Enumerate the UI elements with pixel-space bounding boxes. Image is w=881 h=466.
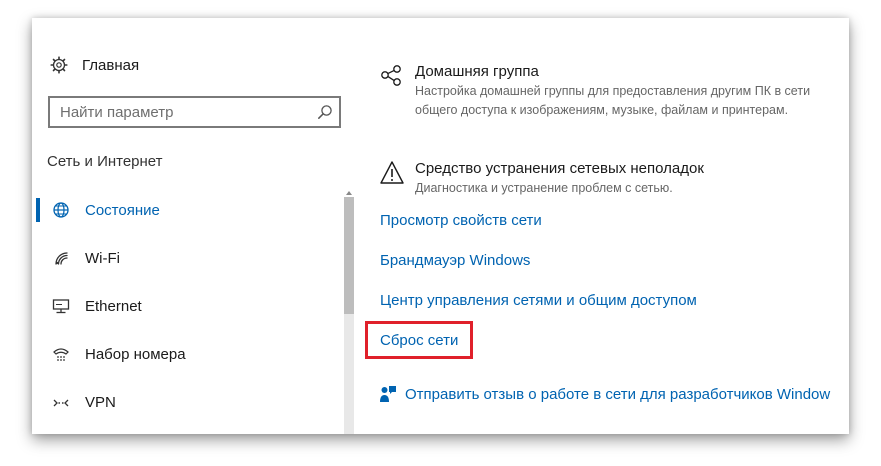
sidebar-item-status[interactable]: Состояние [32, 186, 342, 234]
sidebar-item-label: Ethernet [85, 297, 142, 315]
ethernet-icon [52, 297, 70, 315]
highlight-annotation-box [365, 321, 473, 359]
homegroup-icon [379, 63, 405, 89]
search-box[interactable] [48, 96, 341, 128]
wifi-icon [52, 249, 70, 267]
homegroup-section[interactable]: Домашняя группа Настройка домашней групп… [379, 63, 815, 120]
sidebar-item-vpn[interactable]: VPN [32, 378, 342, 426]
feedback-label: Отправить отзыв о работе в сети для разр… [405, 385, 831, 403]
search-input[interactable] [50, 98, 310, 126]
home-nav-item[interactable]: Главная [50, 56, 139, 74]
scroll-up-arrow-icon[interactable] [344, 185, 354, 195]
sidebar-item-ethernet[interactable]: Ethernet [32, 282, 342, 330]
scrollbar-thumb[interactable] [344, 197, 354, 314]
sidebar-item-label: Состояние [85, 201, 160, 219]
windows-firewall-link[interactable]: Брандмауэр Windows [380, 252, 530, 269]
troubleshooter-description: Диагностика и устранение проблем с сетью… [415, 181, 673, 195]
sidebar-item-label: Wi-Fi [85, 249, 120, 267]
section-heading: Сеть и Интернет [47, 153, 163, 170]
homegroup-description: Настройка домашней группы для предоставл… [415, 84, 811, 117]
dialup-icon [52, 345, 70, 363]
globe-icon [52, 201, 70, 219]
troubleshooter-title: Средство устранения сетевых неполадок [415, 160, 704, 177]
feedback-icon [379, 385, 397, 403]
search-icon[interactable] [317, 104, 333, 120]
sidebar-item-label: Набор номера [85, 345, 186, 363]
vpn-icon [52, 393, 70, 411]
sidebar-scrollbar[interactable] [344, 185, 354, 434]
warning-icon [379, 160, 405, 186]
sidebar-item-wifi[interactable]: Wi-Fi [32, 234, 342, 282]
settings-window: Главная Сеть и Интернет Состояние [32, 18, 849, 434]
gear-icon [50, 56, 68, 74]
sidebar-item-label: VPN [85, 393, 116, 411]
homegroup-title: Домашняя группа [415, 63, 539, 80]
sidebar-item-dialup[interactable]: Набор номера [32, 330, 342, 378]
main-content: Домашняя группа Настройка домашней групп… [365, 18, 849, 434]
sidebar-nav: Состояние Wi-Fi Ethernet Набор номера VP… [32, 186, 342, 426]
home-label: Главная [82, 56, 140, 74]
feedback-link[interactable]: Отправить отзыв о работе в сети для разр… [379, 385, 830, 403]
network-sharing-center-link[interactable]: Центр управления сетями и общим доступом [380, 292, 697, 309]
scrollbar-track[interactable] [344, 314, 354, 434]
network-properties-link[interactable]: Просмотр свойств сети [380, 212, 542, 229]
troubleshooter-section[interactable]: Средство устранения сетевых неполадок Ди… [379, 160, 815, 198]
